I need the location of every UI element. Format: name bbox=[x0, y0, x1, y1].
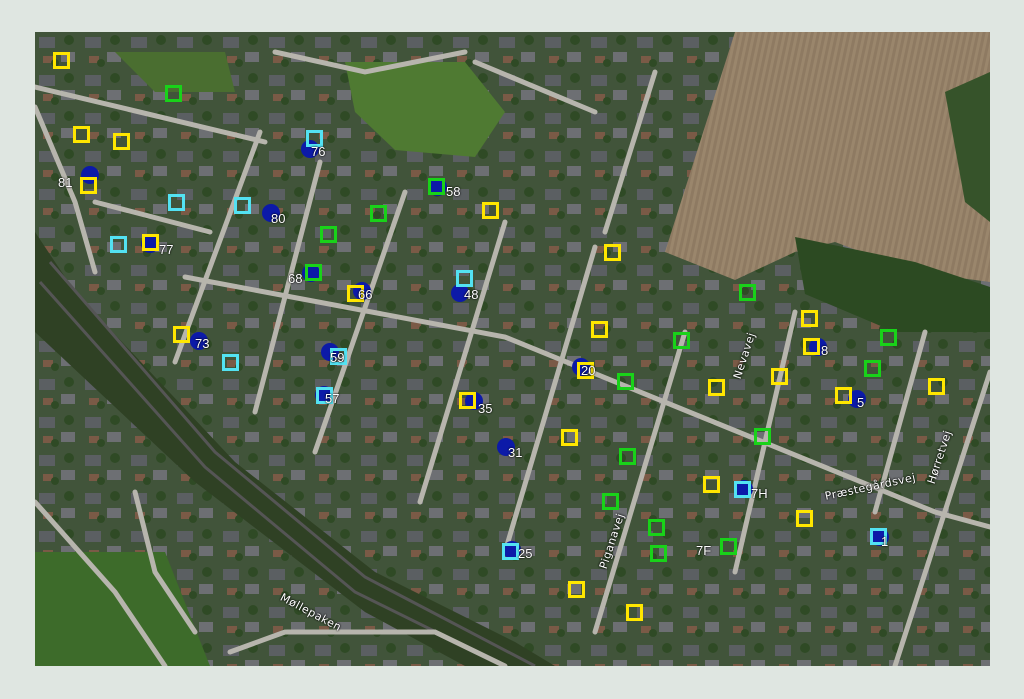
point-label-58: 58 bbox=[446, 184, 461, 199]
marker-green[interactable] bbox=[880, 329, 897, 346]
point-label-73: 73 bbox=[195, 336, 210, 351]
marker-yellow[interactable] bbox=[53, 52, 70, 69]
marker-cyan[interactable] bbox=[222, 354, 239, 371]
marker-green[interactable] bbox=[650, 545, 667, 562]
marker-green[interactable] bbox=[305, 264, 322, 281]
point-label-48: 48 bbox=[464, 287, 479, 302]
marker-yellow[interactable] bbox=[591, 321, 608, 338]
point-label-80: 80 bbox=[271, 211, 286, 226]
point-label-81: 81 bbox=[58, 175, 73, 190]
point-label-59: 59 bbox=[330, 350, 345, 365]
marker-yellow[interactable] bbox=[771, 368, 788, 385]
marker-yellow[interactable] bbox=[80, 177, 97, 194]
marker-yellow[interactable] bbox=[803, 338, 820, 355]
point-label-57: 57 bbox=[325, 391, 340, 406]
marker-green[interactable] bbox=[602, 493, 619, 510]
marker-yellow[interactable] bbox=[173, 326, 190, 343]
marker-green[interactable] bbox=[320, 226, 337, 243]
point-label-35: 35 bbox=[478, 401, 493, 416]
marker-green[interactable] bbox=[428, 178, 445, 195]
marker-yellow[interactable] bbox=[482, 202, 499, 219]
point-label-1: 1 bbox=[881, 534, 889, 549]
point-label-5: 5 bbox=[857, 395, 865, 410]
marker-yellow[interactable] bbox=[928, 378, 945, 395]
marker-yellow[interactable] bbox=[801, 310, 818, 327]
point-label-8: 8 bbox=[821, 343, 829, 358]
point-label-7f: 7F bbox=[696, 543, 712, 558]
point-label-66: 66 bbox=[358, 287, 373, 302]
marker-green[interactable] bbox=[720, 538, 737, 555]
marker-yellow[interactable] bbox=[568, 581, 585, 598]
point-label-25: 25 bbox=[518, 546, 533, 561]
marker-yellow[interactable] bbox=[626, 604, 643, 621]
map-base bbox=[35, 32, 990, 666]
marker-cyan[interactable] bbox=[456, 270, 473, 287]
marker-yellow[interactable] bbox=[604, 244, 621, 261]
marker-yellow[interactable] bbox=[796, 510, 813, 527]
point-label-68: 68 bbox=[288, 271, 303, 286]
marker-yellow[interactable] bbox=[703, 476, 720, 493]
point-label-77: 77 bbox=[159, 242, 174, 257]
marker-green[interactable] bbox=[648, 519, 665, 536]
marker-yellow[interactable] bbox=[459, 392, 476, 409]
marker-yellow[interactable] bbox=[708, 379, 725, 396]
marker-green[interactable] bbox=[673, 332, 690, 349]
marker-cyan[interactable] bbox=[234, 197, 251, 214]
marker-green[interactable] bbox=[619, 448, 636, 465]
marker-yellow[interactable] bbox=[113, 133, 130, 150]
satellite-map[interactable]: Nevavej Hørretvej Præstegårdsvej Piganav… bbox=[35, 32, 990, 666]
point-label-76: 76 bbox=[311, 144, 326, 159]
marker-yellow[interactable] bbox=[142, 234, 159, 251]
marker-green[interactable] bbox=[617, 373, 634, 390]
point-label-20: 20 bbox=[581, 363, 596, 378]
marker-yellow[interactable] bbox=[835, 387, 852, 404]
point-label-7h: 7H bbox=[751, 486, 768, 501]
point-label-31: 31 bbox=[508, 445, 523, 460]
marker-cyan[interactable] bbox=[734, 481, 751, 498]
marker-green[interactable] bbox=[739, 284, 756, 301]
marker-cyan[interactable] bbox=[168, 194, 185, 211]
marker-green[interactable] bbox=[864, 360, 881, 377]
marker-cyan[interactable] bbox=[110, 236, 127, 253]
marker-green[interactable] bbox=[754, 428, 771, 445]
marker-yellow[interactable] bbox=[73, 126, 90, 143]
marker-yellow[interactable] bbox=[561, 429, 578, 446]
marker-green[interactable] bbox=[370, 205, 387, 222]
marker-cyan[interactable] bbox=[502, 543, 519, 560]
marker-green[interactable] bbox=[165, 85, 182, 102]
